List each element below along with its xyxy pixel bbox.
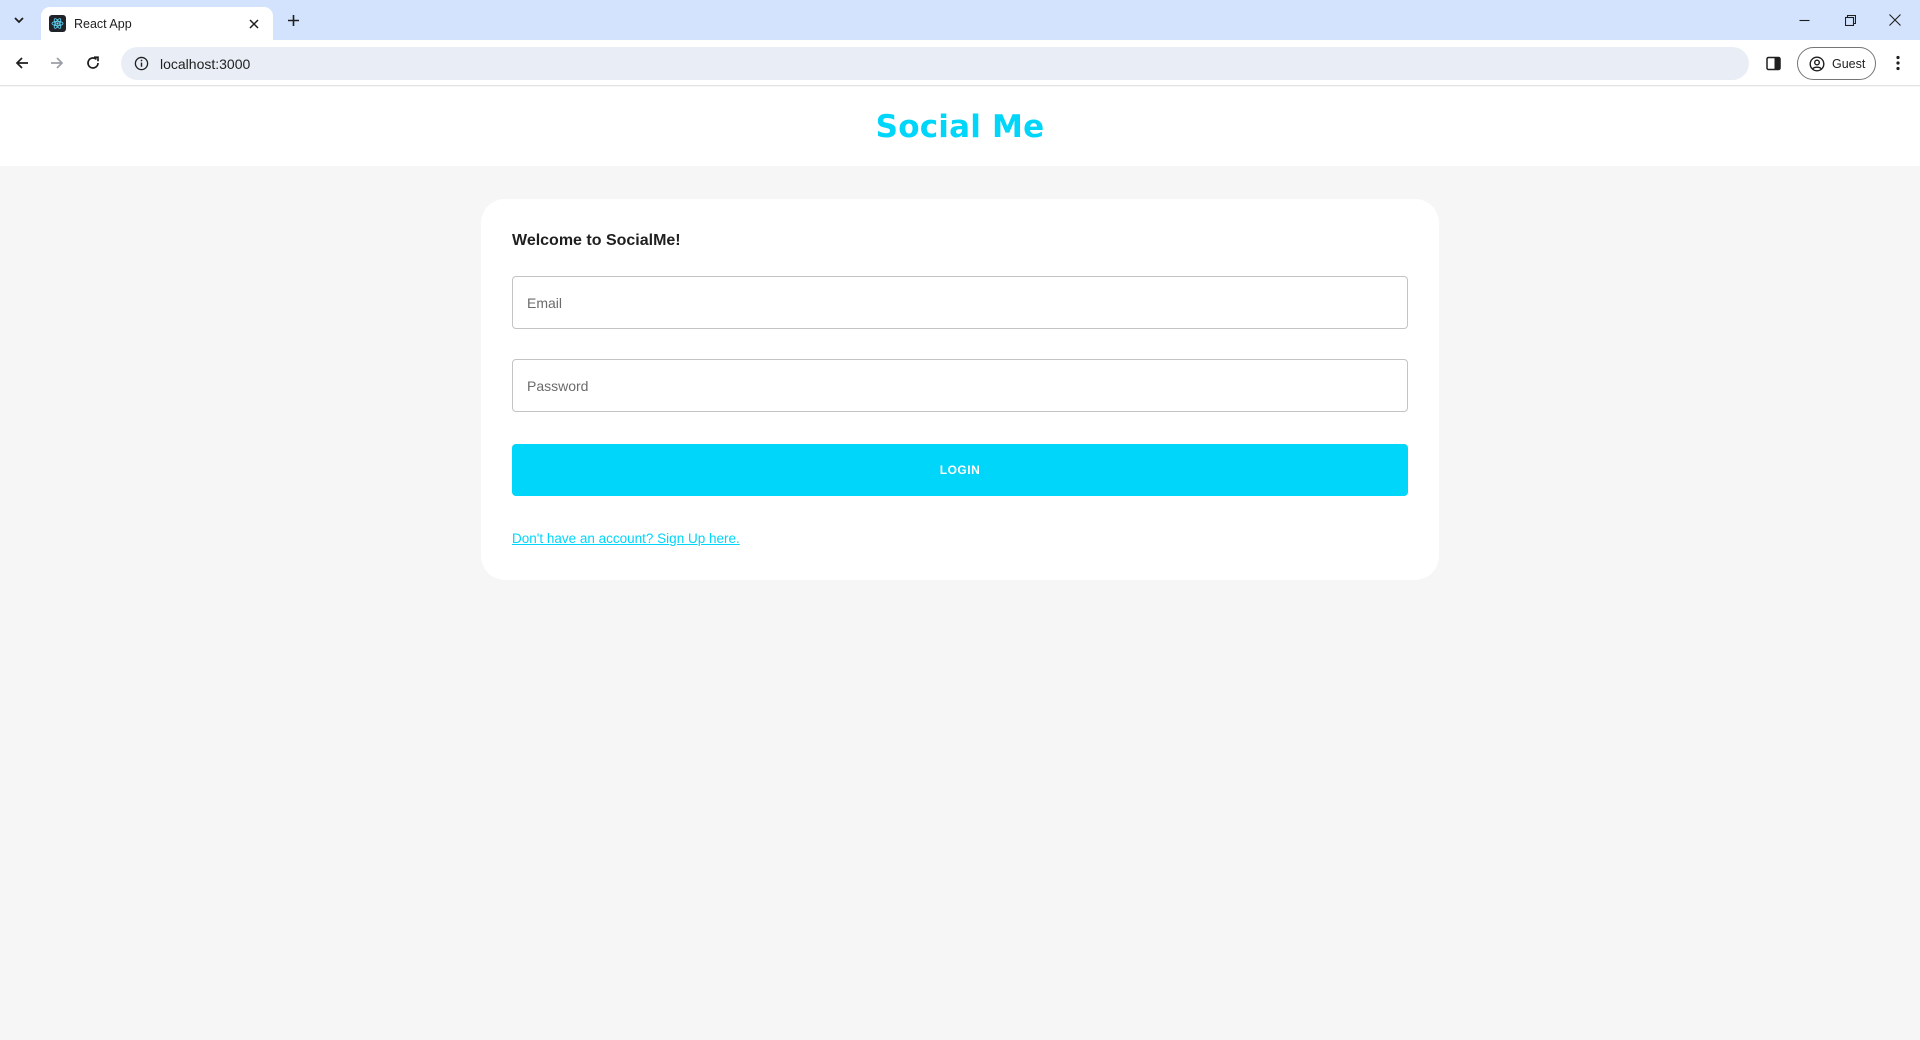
login-button[interactable]: LOGIN bbox=[512, 444, 1408, 496]
tab-search-button[interactable] bbox=[6, 7, 32, 33]
minimize-icon bbox=[1799, 19, 1809, 21]
site-info-icon[interactable] bbox=[130, 53, 152, 75]
address-url: localhost:3000 bbox=[160, 55, 251, 72]
arrow-left-icon bbox=[15, 57, 28, 69]
react-icon bbox=[49, 15, 66, 32]
plus-icon bbox=[287, 14, 299, 26]
restore-button[interactable] bbox=[1828, 5, 1872, 35]
browser-menu-button[interactable] bbox=[1884, 49, 1912, 77]
minimize-button[interactable] bbox=[1782, 5, 1826, 35]
password-field[interactable] bbox=[512, 359, 1408, 412]
forward-button[interactable] bbox=[41, 47, 73, 79]
signup-link[interactable]: Don't have an account? Sign Up here. bbox=[512, 531, 740, 546]
app-title: Social Me bbox=[875, 108, 1045, 145]
tab-close-button[interactable] bbox=[245, 15, 263, 33]
address-bar[interactable]: localhost:3000 bbox=[121, 47, 1749, 80]
app-header: Social Me bbox=[0, 87, 1920, 166]
tab-title: React App bbox=[74, 16, 132, 31]
browser-tab[interactable]: React App bbox=[41, 7, 273, 40]
window-close-button[interactable] bbox=[1873, 5, 1917, 35]
profile-label: Guest bbox=[1832, 56, 1866, 71]
back-button[interactable] bbox=[6, 47, 38, 79]
reload-icon bbox=[87, 56, 99, 69]
restore-icon bbox=[1844, 14, 1856, 26]
login-heading: Welcome to SocialMe! bbox=[512, 232, 681, 249]
close-icon bbox=[249, 18, 259, 29]
login-card: Welcome to SocialMe! LOGIN Don't have an… bbox=[481, 199, 1439, 580]
profile-button[interactable]: Guest bbox=[1797, 47, 1876, 80]
reload-button[interactable] bbox=[77, 47, 109, 79]
more-vertical-icon bbox=[1896, 55, 1900, 71]
account-icon bbox=[1809, 55, 1825, 72]
browser-toolbar: localhost:3000 Guest bbox=[0, 40, 1920, 86]
new-tab-button[interactable] bbox=[282, 9, 304, 31]
browser-tabstrip: React App bbox=[0, 0, 1920, 40]
side-panel-icon bbox=[1765, 56, 1781, 70]
chevron-down-icon bbox=[14, 17, 24, 24]
email-field[interactable] bbox=[512, 276, 1408, 329]
arrow-right-icon bbox=[51, 57, 64, 69]
side-panel-button[interactable] bbox=[1759, 49, 1787, 77]
close-icon bbox=[1889, 14, 1901, 26]
